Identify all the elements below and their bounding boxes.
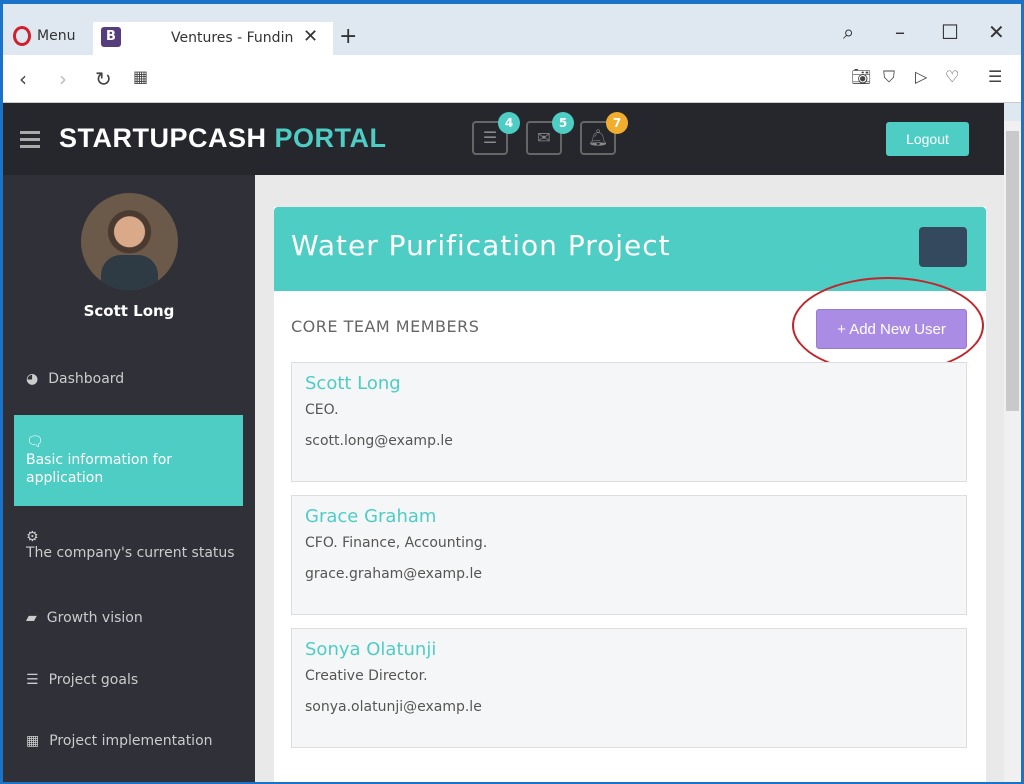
sidebar-item-growth-vision[interactable]: ▰ Growth vision — [26, 610, 143, 626]
sidebar-item-basic-information[interactable]: 🗨︎ Basic information for application — [14, 415, 243, 506]
forward-icon[interactable]: › — [59, 67, 67, 91]
notifications-button[interactable]: 🔔︎ 7 — [580, 112, 628, 155]
heart-icon[interactable]: ♡ — [945, 67, 959, 86]
brand-main: STARTUPCASH — [59, 123, 267, 153]
user-name: Scott Long — [83, 302, 175, 320]
sidebar-item-dashboard[interactable]: ◕ Dashboard — [26, 371, 124, 387]
tasks-badge: 4 — [498, 112, 520, 134]
gears-icon: ⚙︎ — [26, 529, 39, 545]
tab-bar: Menu B Ventures - Funding ✕ + ⌕ – ☐ ✕ — [3, 4, 1021, 55]
sidebar-item-project-goals[interactable]: ☰ Project goals — [26, 672, 138, 688]
project-card: Water Purification Project CORE TEAM MEM… — [274, 207, 986, 782]
member-role: Creative Director. — [305, 668, 428, 684]
section-title: CORE TEAM MEMBERS — [291, 317, 480, 336]
reload-icon[interactable]: ↻ — [95, 67, 112, 91]
team-member-card: Sonya Olatunji Creative Director. sonya.ol… — [291, 628, 967, 748]
team-member-card: Grace Graham CFO. Finance, Accounting. gra… — [291, 495, 967, 615]
main-content: Water Purification Project CORE TEAM MEM… — [255, 175, 1004, 782]
maximize-icon[interactable]: ☐ — [941, 20, 959, 44]
back-icon[interactable]: ‹ — [19, 67, 27, 91]
brand-accent: PORTAL — [274, 123, 387, 153]
card-action-button[interactable] — [919, 227, 967, 267]
sidebar-item-project-implementation[interactable]: ▦ Project implementation — [26, 733, 213, 749]
sidebar-item-label: Basic information for application — [26, 452, 173, 486]
sidebar-item-label: Dashboard — [48, 371, 125, 387]
camera-icon[interactable]: 📷︎ — [851, 67, 871, 86]
settings-icon[interactable]: ☰ — [988, 67, 1002, 86]
browser-window: Menu B Ventures - Funding ✕ + ⌕ – ☐ ✕ ‹ … — [3, 4, 1021, 782]
search-icon[interactable]: ⌕ — [843, 20, 854, 44]
tasks-button[interactable]: ☰ 4 — [472, 112, 520, 155]
dashboard-icon: ◕ — [26, 371, 39, 387]
hamburger-icon[interactable] — [20, 131, 40, 152]
minimize-icon[interactable]: – — [895, 20, 905, 44]
app-header: STARTUPCASH PORTAL ☰ 4 ✉ 5 🔔︎ 7 Logout — [3, 103, 1004, 175]
tab-title: Ventures - Funding — [171, 30, 293, 46]
sidebar-item-label: Project implementation — [49, 733, 213, 749]
menu-label: Menu — [37, 28, 76, 44]
notifications-badge: 7 — [606, 112, 628, 134]
address-bar: ‹ › ↻ ▦ 📷︎ ⛉ ▷ ♡ ☰ — [3, 55, 1021, 103]
logout-button[interactable]: Logout — [886, 122, 969, 156]
highlight-annotation — [792, 277, 984, 374]
grid-icon: ▦ — [26, 733, 40, 749]
member-email: grace.graham@examp.le — [305, 566, 483, 582]
close-window-icon[interactable]: ✕ — [988, 20, 1005, 44]
member-role: CFO. Finance, Accounting. — [305, 535, 488, 551]
member-email: sonya.olatunji@examp.le — [305, 699, 482, 715]
member-name[interactable]: Grace Graham — [305, 506, 953, 527]
opera-logo-icon — [13, 26, 31, 46]
favicon-icon: B — [101, 27, 121, 47]
opera-menu-button[interactable]: Menu — [13, 26, 75, 46]
avatar — [81, 193, 178, 290]
scrollbar[interactable] — [1004, 121, 1021, 782]
sidebar-item-company-status[interactable]: ⚙︎ The company's current status — [26, 529, 235, 561]
page-title: Water Purification Project — [291, 229, 671, 262]
team-member-card: Scott Long CEO. scott.long@examp.le — [291, 362, 967, 482]
new-tab-icon[interactable]: + — [339, 24, 357, 49]
server-icon: ☰ — [26, 672, 39, 688]
speed-dial-icon[interactable]: ▦ — [133, 67, 148, 86]
member-name[interactable]: Scott Long — [305, 373, 953, 394]
messages-button[interactable]: ✉ 5 — [526, 112, 574, 155]
comments-icon: 🗨︎ — [26, 434, 44, 450]
member-role: CEO. — [305, 402, 339, 418]
adblock-icon[interactable]: ⛉ — [883, 67, 895, 87]
sidebar-item-label: The company's current status — [26, 545, 235, 561]
book-icon: ▰ — [26, 610, 37, 626]
browser-tab[interactable]: B Ventures - Funding ✕ — [93, 22, 333, 55]
sidebar: Scott Long ◕ Dashboard 🗨︎ Basic informatio… — [3, 175, 255, 782]
sidebar-item-label: Project goals — [48, 672, 139, 688]
sidebar-item-label: Growth vision — [46, 610, 143, 626]
send-icon[interactable]: ▷ — [915, 67, 927, 86]
brand-logo[interactable]: STARTUPCASH PORTAL — [59, 123, 387, 154]
member-email: scott.long@examp.le — [305, 433, 453, 449]
messages-badge: 5 — [552, 112, 574, 134]
scrollbar-thumb[interactable] — [1006, 131, 1019, 411]
close-tab-icon[interactable]: ✕ — [303, 26, 318, 47]
member-name[interactable]: Sonya Olatunji — [305, 639, 953, 660]
